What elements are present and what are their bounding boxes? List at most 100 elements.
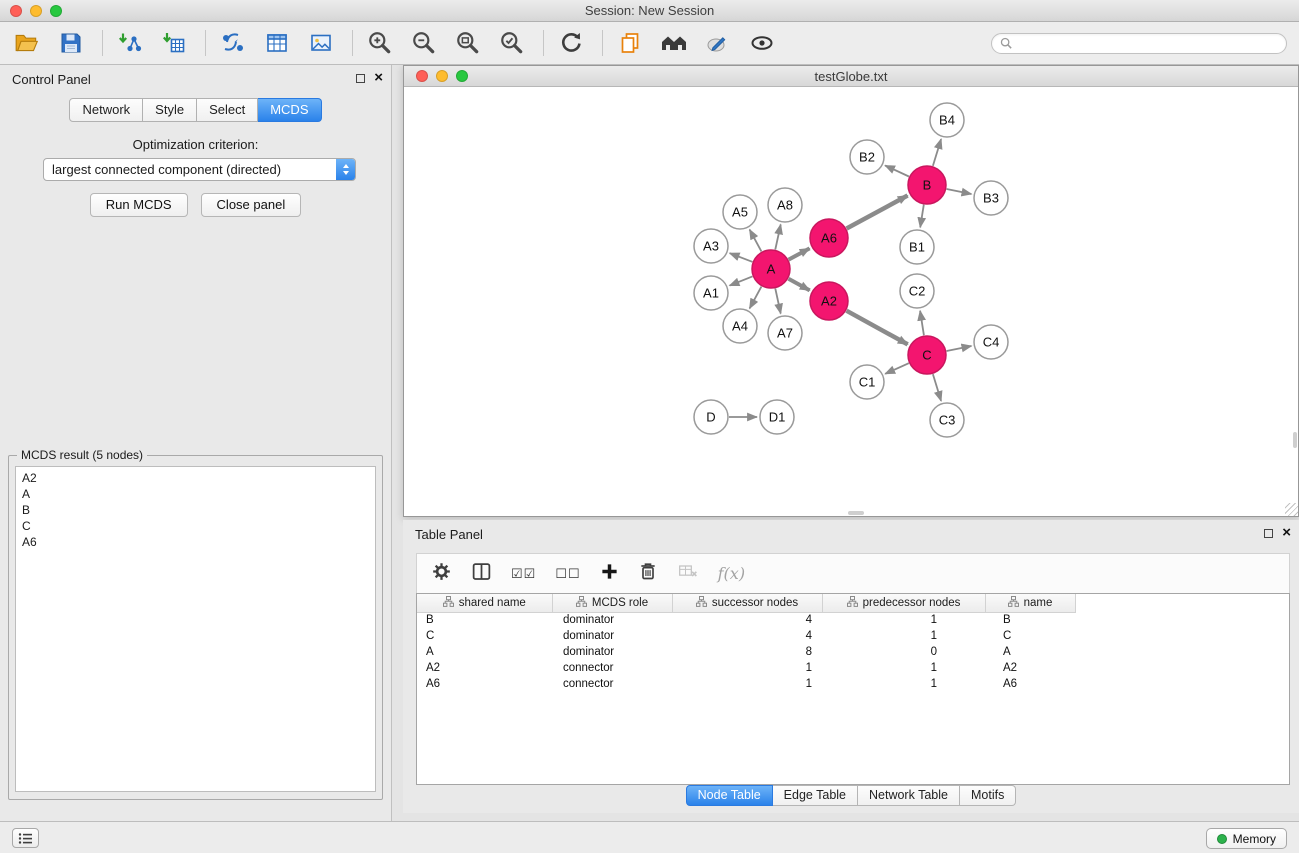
cell[interactable]: C <box>985 628 1075 644</box>
refresh-icon[interactable] <box>556 28 586 58</box>
cell[interactable]: connector <box>552 660 672 676</box>
column-header-MCDS-role[interactable]: MCDS role <box>552 594 672 612</box>
copy-icon[interactable] <box>615 28 645 58</box>
graph-edge-A2-C[interactable] <box>847 311 908 345</box>
close-panel-button[interactable]: Close panel <box>201 193 302 217</box>
add-row-icon[interactable] <box>600 562 619 586</box>
graph-edge-A-A6[interactable] <box>789 248 810 259</box>
graph-node-A2[interactable]: A2 <box>810 282 848 320</box>
search-box[interactable] <box>991 33 1287 54</box>
cell[interactable]: 1 <box>822 628 985 644</box>
network-canvas[interactable]: B4B2BB3A5A8A6B1A3AC2A1A2A4A7C4CC1C3DD1 <box>404 87 1298 516</box>
table-settings-gear-icon[interactable] <box>431 561 452 587</box>
cell[interactable]: A2 <box>417 660 552 676</box>
cell[interactable]: 1 <box>672 660 822 676</box>
tab-style[interactable]: Style <box>143 98 197 122</box>
table-row[interactable]: Adominator80A <box>417 644 1289 660</box>
graph-node-D[interactable]: D <box>694 400 728 434</box>
column-header-successor-nodes[interactable]: successor nodes <box>672 594 822 612</box>
zoom-window-icon[interactable] <box>50 5 62 17</box>
float-table-panel-icon[interactable] <box>1264 529 1273 538</box>
table-row[interactable]: A2connector11A2 <box>417 660 1289 676</box>
table-row[interactable]: Bdominator41B <box>417 612 1289 628</box>
cell[interactable]: 1 <box>822 660 985 676</box>
cell[interactable]: 4 <box>672 628 822 644</box>
column-header-name[interactable]: name <box>985 594 1075 612</box>
graph-node-B1[interactable]: B1 <box>900 230 934 264</box>
vertical-scrollbar-thumb[interactable] <box>1293 432 1297 448</box>
tab-motifs[interactable]: Motifs <box>960 785 1016 806</box>
table-row[interactable]: Cdominator41C <box>417 628 1289 644</box>
graph-node-C3[interactable]: C3 <box>930 403 964 437</box>
float-panel-icon[interactable] <box>356 74 365 83</box>
graph-node-C1[interactable]: C1 <box>850 365 884 399</box>
search-input[interactable] <box>1017 35 1278 51</box>
cell[interactable]: A <box>985 644 1075 660</box>
zoom-in-icon[interactable] <box>365 28 395 58</box>
cell[interactable]: A6 <box>985 676 1075 692</box>
tab-edge-table[interactable]: Edge Table <box>773 785 858 806</box>
graph-edge-C-C3[interactable] <box>933 374 941 401</box>
graph-edge-A-A5[interactable] <box>750 230 762 252</box>
zoom-selected-icon[interactable] <box>497 28 527 58</box>
tab-mcds[interactable]: MCDS <box>258 98 321 122</box>
column-header-shared-name[interactable]: shared name <box>417 594 552 612</box>
list-item[interactable]: A6 <box>22 534 375 550</box>
tab-network[interactable]: Network <box>69 98 143 122</box>
close-table-panel-icon[interactable]: × <box>1282 527 1291 539</box>
table-row[interactable]: A6connector11A6 <box>417 676 1289 692</box>
memory-button[interactable]: Memory <box>1206 828 1287 849</box>
graph-edge-A-A8[interactable] <box>775 225 780 250</box>
optimization-criterion-dropdown[interactable]: largest connected component (directed) <box>43 158 356 181</box>
cell[interactable]: A6 <box>417 676 552 692</box>
graph-node-A8[interactable]: A8 <box>768 188 802 222</box>
cell[interactable]: 1 <box>822 676 985 692</box>
home-neighbors-icon[interactable] <box>659 28 689 58</box>
cell[interactable]: 4 <box>672 612 822 628</box>
graph-node-B3[interactable]: B3 <box>974 181 1008 215</box>
tab-node-table[interactable]: Node Table <box>686 785 773 806</box>
graph-edge-A-A1[interactable] <box>730 276 753 285</box>
zoom-network-icon[interactable] <box>456 70 468 82</box>
graph-node-B[interactable]: B <box>908 166 946 204</box>
tab-select[interactable]: Select <box>197 98 258 122</box>
graph-edge-B-B1[interactable] <box>920 205 924 228</box>
cell[interactable]: dominator <box>552 628 672 644</box>
graph-node-B4[interactable]: B4 <box>930 103 964 137</box>
run-mcds-button[interactable]: Run MCDS <box>90 193 188 217</box>
function-builder-icon[interactable]: f(x) <box>718 564 745 583</box>
graph-node-C[interactable]: C <box>908 336 946 374</box>
save-session-icon[interactable] <box>56 28 86 58</box>
minimize-window-icon[interactable] <box>30 5 42 17</box>
tab-network-table[interactable]: Network Table <box>858 785 960 806</box>
import-network-icon[interactable] <box>115 28 145 58</box>
list-item[interactable]: C <box>22 518 375 534</box>
delete-row-icon[interactable] <box>638 561 658 586</box>
graph-node-A7[interactable]: A7 <box>768 316 802 350</box>
horizontal-scrollbar-thumb[interactable] <box>848 511 864 515</box>
zoom-fit-icon[interactable] <box>453 28 483 58</box>
list-item[interactable]: B <box>22 502 375 518</box>
cell[interactable]: 0 <box>822 644 985 660</box>
deselect-all-icon[interactable]: ☐☐ <box>555 566 580 582</box>
show-column-icon[interactable] <box>471 561 492 587</box>
cell[interactable]: dominator <box>552 644 672 660</box>
cell[interactable]: C <box>417 628 552 644</box>
graph-edge-A6-B[interactable] <box>847 196 908 229</box>
graph-edge-A-A4[interactable] <box>750 287 762 309</box>
network-table-icon[interactable] <box>262 28 292 58</box>
graph-node-C2[interactable]: C2 <box>900 274 934 308</box>
graph-node-A[interactable]: A <box>752 250 790 288</box>
graph-node-D1[interactable]: D1 <box>760 400 794 434</box>
close-panel-icon[interactable]: × <box>374 72 383 84</box>
cell[interactable]: B <box>417 612 552 628</box>
graph-node-A3[interactable]: A3 <box>694 229 728 263</box>
graph-edge-B-B3[interactable] <box>947 189 972 194</box>
graph-edge-C-C2[interactable] <box>920 311 924 335</box>
graph-node-A1[interactable]: A1 <box>694 276 728 310</box>
list-item[interactable]: A2 <box>22 470 375 486</box>
network-graph[interactable]: B4B2BB3A5A8A6B1A3AC2A1A2A4A7C4CC1C3DD1 <box>404 87 1298 516</box>
delete-table-icon[interactable] <box>677 561 699 586</box>
export-image-icon[interactable] <box>306 28 336 58</box>
cell[interactable]: connector <box>552 676 672 692</box>
